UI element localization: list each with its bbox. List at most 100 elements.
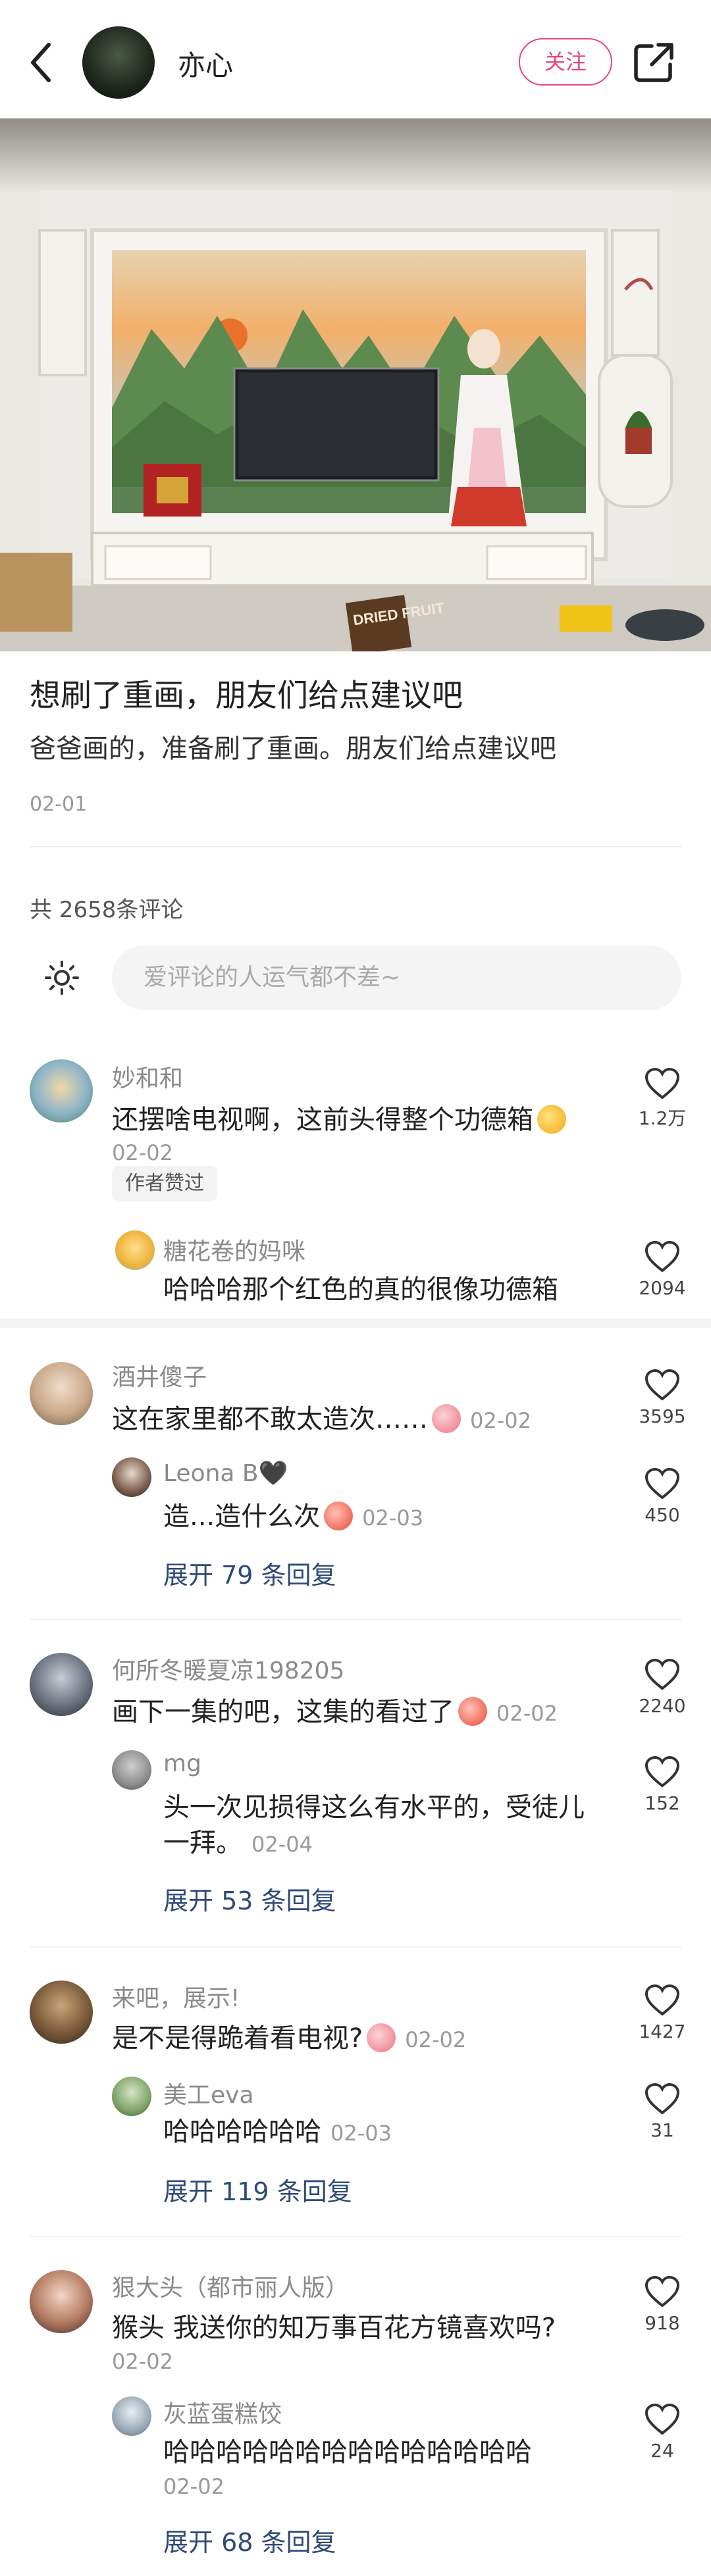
like-button[interactable]: 1.2万 — [623, 1067, 702, 1130]
heart-icon — [645, 1240, 680, 1273]
emoji-icon — [367, 2023, 396, 2052]
expand-replies-button[interactable]: 展开 53 条回复 — [163, 1881, 336, 1917]
like-count: 31 — [650, 2119, 674, 2141]
emoji-icon — [537, 1105, 566, 1134]
comment-date: 02-02 — [112, 1140, 173, 1165]
comment-date: 02-02 — [405, 2027, 467, 2052]
top-bar: 亦心 关注 — [0, 0, 711, 118]
emoji-icon — [458, 1697, 487, 1726]
like-button[interactable]: 918 — [623, 2275, 702, 2334]
avatar[interactable] — [30, 1362, 93, 1425]
reply-text[interactable]: 哈哈哈哈哈哈 02-03 — [163, 2112, 392, 2153]
divider — [30, 1946, 681, 1948]
comment-username[interactable]: 何所冬暖夏凉198205 — [112, 1652, 344, 1686]
like-button[interactable]: 2240 — [623, 1658, 702, 1717]
comment-username[interactable]: 酒井傻子 — [112, 1358, 207, 1392]
comment-text[interactable]: 猴头 我送你的知万事百花方镜喜欢吗? — [112, 2308, 556, 2348]
reply-avatar[interactable] — [112, 1750, 151, 1790]
reply-date: 02-02 — [163, 2474, 224, 2499]
comment-username[interactable]: 狠大头（都市丽人版） — [112, 2269, 349, 2303]
like-button[interactable]: 2094 — [623, 1240, 702, 1299]
author-liked-badge: 作者赞过 — [112, 1166, 217, 1201]
follow-button[interactable]: 关注 — [519, 38, 612, 86]
avatar[interactable] — [30, 1981, 93, 2044]
heart-icon — [645, 1984, 680, 2016]
comment-date: 02-02 — [470, 1408, 531, 1433]
heart-icon — [645, 1658, 680, 1690]
like-button[interactable]: 31 — [623, 2083, 702, 2141]
sun-icon[interactable] — [43, 959, 80, 996]
share-icon — [634, 43, 673, 82]
emoji-icon — [324, 1502, 354, 1530]
like-count: 3595 — [639, 1405, 686, 1427]
heart-icon — [645, 2403, 680, 2435]
reply-username[interactable]: 糖花卷的妈咪 — [163, 1232, 305, 1267]
comment-text[interactable]: 这在家里都不敢太造次…… 02-02 — [112, 1400, 531, 1440]
like-button[interactable]: 450 — [623, 1467, 702, 1526]
reply-avatar[interactable] — [112, 2396, 151, 2436]
reply-date: 02-04 — [251, 1832, 313, 1857]
reply-text[interactable]: 造...造什么次 02-03 — [163, 1497, 423, 1538]
reply-text[interactable]: 哈哈哈那个红色的真的很像功德箱 — [163, 1270, 558, 1309]
heart-icon — [645, 2083, 680, 2115]
like-count: 918 — [645, 2312, 680, 2334]
comment-date: 02-02 — [112, 2349, 173, 2374]
heart-icon — [645, 1755, 680, 1788]
author-name[interactable]: 亦心 — [178, 43, 233, 84]
like-count: 1.2万 — [638, 1107, 687, 1129]
post-image[interactable]: DRIED FRUIT — [0, 118, 711, 651]
divider — [0, 1319, 711, 1328]
comment-text[interactable]: 画下一集的吧，这集的看过了 02-02 — [112, 1692, 558, 1733]
avatar[interactable] — [30, 1059, 93, 1123]
like-count: 152 — [645, 1792, 680, 1814]
reply-date: 02-03 — [362, 1505, 424, 1530]
expand-replies-button[interactable]: 展开 68 条回复 — [163, 2522, 336, 2558]
like-button[interactable]: 24 — [623, 2403, 702, 2462]
like-count: 2094 — [639, 1277, 686, 1299]
emoji-icon — [432, 1404, 461, 1433]
share-button[interactable] — [632, 41, 675, 84]
reply-avatar[interactable] — [112, 1457, 151, 1497]
like-count: 2240 — [639, 1695, 686, 1717]
like-button[interactable]: 3595 — [623, 1369, 702, 1427]
reply-username[interactable]: 美工eva — [163, 2076, 254, 2110]
heart-icon — [645, 2275, 680, 2308]
like-button[interactable]: 152 — [623, 1755, 702, 1814]
heart-icon — [645, 1467, 680, 1500]
comment-date: 02-02 — [496, 1701, 558, 1726]
back-button[interactable] — [25, 39, 58, 86]
like-count: 1427 — [639, 2021, 686, 2042]
post-date: 02-01 — [30, 793, 88, 816]
avatar[interactable] — [30, 2270, 93, 2333]
like-button[interactable]: 1427 — [623, 1984, 702, 2042]
reply-text[interactable]: 一拜。 02-04 — [163, 1823, 313, 1864]
divider — [30, 1619, 681, 1620]
divider — [30, 846, 681, 847]
reply-username[interactable]: Leona B🖤 — [163, 1459, 288, 1487]
comment-input[interactable]: 爱评论的人运气都不差~ — [112, 946, 681, 1010]
expand-replies-button[interactable]: 展开 119 条回复 — [163, 2171, 352, 2208]
comment-text[interactable]: 是不是得跪着看电视? 02-02 — [112, 2019, 466, 2059]
divider — [30, 2236, 681, 2237]
comment-username[interactable]: 来吧，展示! — [112, 1979, 240, 2013]
author-avatar[interactable] — [82, 26, 155, 99]
reply-avatar[interactable] — [115, 1230, 155, 1270]
avatar[interactable] — [30, 1653, 93, 1716]
comments-count: 共 2658条评论 — [30, 897, 184, 923]
comment-text[interactable]: 还摆啥电视啊，这前头得整个功德箱 — [112, 1100, 566, 1140]
painted-wall-image: DRIED FRUIT — [0, 118, 711, 651]
heart-icon — [645, 1369, 680, 1401]
reply-text[interactable]: 哈哈哈哈哈哈哈哈哈哈哈哈哈哈 — [163, 2433, 532, 2472]
like-count: 24 — [650, 2440, 674, 2462]
reply-date: 02-03 — [330, 2121, 392, 2146]
reply-username[interactable]: mg — [163, 1750, 201, 1777]
post-title: 想刷了重画，朋友们给点建议吧 — [30, 678, 463, 714]
heart-icon — [645, 1067, 680, 1099]
expand-replies-button[interactable]: 展开 79 条回复 — [163, 1555, 336, 1591]
reply-username[interactable]: 灰蓝蛋糕饺 — [163, 2395, 282, 2429]
post-description: 爸爸画的，准备刷了重画。朋友们给点建议吧 — [30, 734, 556, 764]
comment-username[interactable]: 妙和和 — [112, 1059, 183, 1094]
reply-text[interactable]: 头一次见损得这么有水平的，受徒儿 — [163, 1788, 585, 1827]
reply-avatar[interactable] — [112, 2077, 151, 2116]
chevron-left-icon — [31, 43, 51, 82]
